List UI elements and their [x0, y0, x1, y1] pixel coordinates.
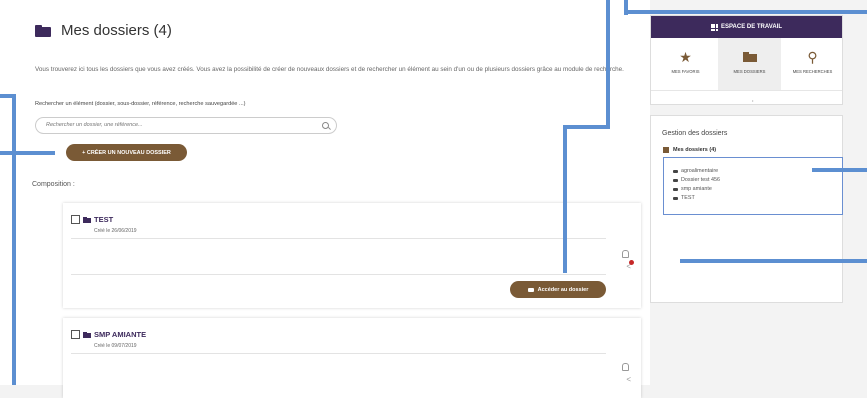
folder-icon	[673, 187, 678, 191]
callout-line	[563, 125, 567, 273]
divider	[651, 90, 842, 91]
callout-line	[0, 151, 55, 155]
card-title[interactable]: TEST	[94, 215, 113, 224]
workspace-title: ESPACE DE TRAVAIL	[720, 24, 782, 30]
tab-label: MES RECHERCHES	[792, 69, 833, 74]
folder-icon	[35, 24, 51, 37]
search-label: Rechercher un élément (dossier, sous-dos…	[35, 101, 246, 107]
folder-icon	[83, 331, 91, 338]
bell-icon[interactable]	[622, 363, 629, 371]
folder-card-test: TEST Créé le 26/06/2019 < Accéder au dos…	[63, 203, 641, 308]
tab-my-searches[interactable]: ⚲ MES RECHERCHES	[781, 38, 844, 90]
card-checkbox[interactable]	[71, 215, 80, 224]
folder-icon	[673, 196, 678, 200]
tree-item[interactable]: agroalimentaire	[673, 168, 718, 174]
tree-root-label: Mes dossiers (4)	[673, 147, 717, 153]
page-title: Mes dossiers (4)	[61, 22, 172, 39]
create-folder-button[interactable]: + CRÉER UN NOUVEAU DOSSIER	[66, 144, 187, 161]
card-title[interactable]: SMP AMIANTE	[94, 330, 146, 339]
page-header: Mes dossiers (4)	[35, 22, 172, 39]
card-header: SMP AMIANTE	[71, 330, 146, 339]
share-icon[interactable]: <	[626, 260, 634, 271]
share-icon[interactable]: <	[626, 376, 631, 384]
tab-my-folders[interactable]: MES DOSSIERS	[718, 38, 781, 90]
folder-icon	[527, 287, 534, 292]
access-button-label: Accéder au dossier	[537, 286, 589, 293]
tab-label: MES FAVORIS	[671, 69, 700, 74]
folder-card-smp-amiante: SMP AMIANTE Créé le 09/07/2019 <	[63, 318, 641, 398]
card-divider	[71, 274, 606, 275]
main-panel: Mes dossiers (4) Vous trouverez ici tous…	[0, 0, 650, 398]
tree-item[interactable]: TEST	[673, 195, 695, 201]
card-divider	[71, 353, 606, 354]
star-icon: ★	[679, 49, 692, 65]
tree-item[interactable]: Dossier test 456	[673, 177, 720, 183]
callout-line	[680, 259, 867, 263]
tab-label: MES DOSSIERS	[733, 69, 766, 74]
search-box[interactable]	[35, 117, 337, 134]
intro-text: Vous trouverez ici tous les dossiers que…	[35, 66, 624, 73]
pager-dot: •	[752, 98, 754, 103]
card-divider	[71, 238, 606, 239]
folder-square-icon	[663, 147, 669, 153]
user-search-icon: ⚲	[807, 49, 818, 65]
callout-line	[563, 125, 610, 129]
card-date: Créé le 09/07/2019	[94, 343, 137, 349]
folder-icon	[83, 216, 91, 223]
access-folder-button[interactable]: Accéder au dossier	[510, 281, 606, 298]
folder-icon	[742, 52, 757, 62]
callout-line	[812, 168, 867, 172]
folder-icon	[673, 169, 678, 173]
notification-badge	[629, 260, 634, 265]
folder-icon	[673, 178, 678, 182]
callout-line	[628, 10, 867, 14]
grid-icon	[710, 23, 718, 31]
workspace-header: ESPACE DE TRAVAIL	[651, 16, 842, 38]
search-input[interactable]	[46, 122, 306, 128]
folder-management-panel: Gestion des dossiers Mes dossiers (4) ag…	[650, 115, 843, 303]
tree-item[interactable]: smp amiante	[673, 186, 712, 192]
panel-title: Gestion des dossiers	[662, 130, 728, 137]
card-date: Créé le 26/06/2019	[94, 228, 137, 234]
callout-line	[12, 94, 16, 385]
tab-favorites[interactable]: ★ MES FAVORIS	[654, 38, 717, 90]
folder-tree: agroalimentaire Dossier test 456 smp ami…	[663, 157, 843, 215]
workspace-panel: ESPACE DE TRAVAIL ★ MES FAVORIS MES DOSS…	[650, 15, 843, 105]
tree-root[interactable]: Mes dossiers (4)	[663, 147, 716, 153]
card-header: TEST	[71, 215, 113, 224]
bell-icon[interactable]	[622, 250, 629, 258]
callout-line	[606, 0, 610, 128]
composition-label: Composition :	[32, 181, 75, 188]
search-icon[interactable]	[322, 122, 329, 129]
card-checkbox[interactable]	[71, 330, 80, 339]
